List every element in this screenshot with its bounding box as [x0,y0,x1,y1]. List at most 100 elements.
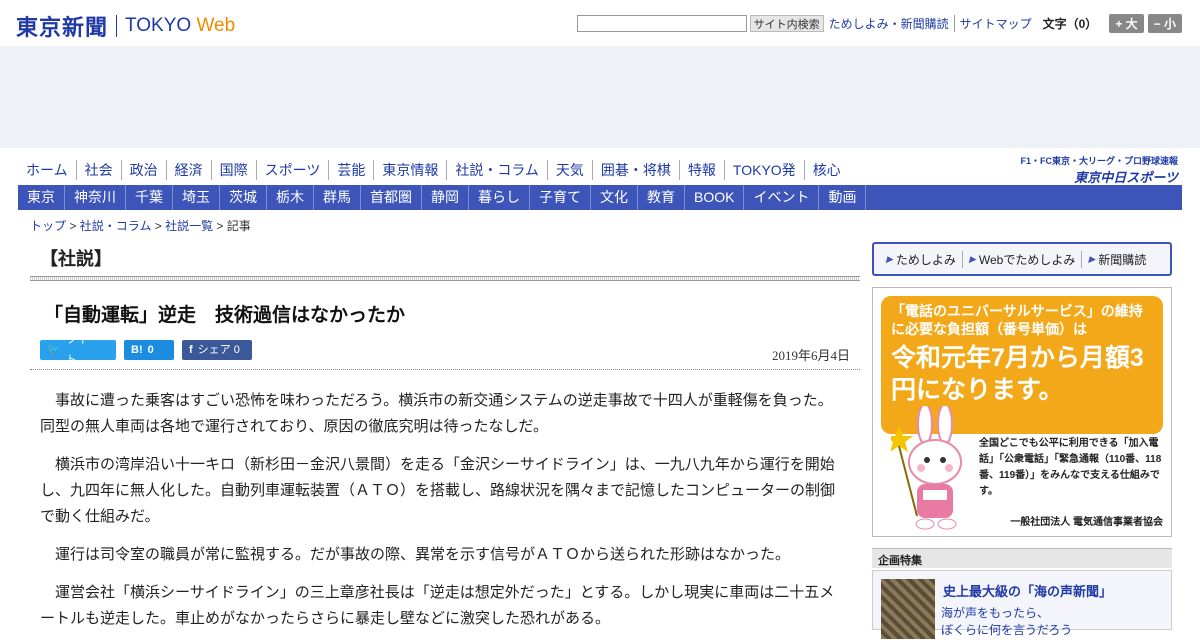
nav-item-sports[interactable]: スポーツ [255,160,329,180]
tab-trial-reading-label: ためしよみ [895,252,956,267]
hatena-bookmark-button[interactable]: B! 0 [124,340,174,360]
logo-japanese: 東京新聞 [16,15,109,41]
site-header: 東京新聞 TOKYO Web サイト内検索 ためしよみ・新聞購読 サイトマップ … [0,0,1200,46]
site-logo[interactable]: 東京新聞 TOKYO Web [16,10,235,42]
twitter-bird-icon: 🐦 [47,344,61,356]
chunichi-subtitle: F1・FC東京・大リーグ・プロ野球速報 [1020,156,1178,166]
header-link-sitemap[interactable]: サイトマップ [953,15,1037,32]
nav-item-special[interactable]: 特報 [678,160,724,180]
logo-english: TOKYO Web [125,15,235,37]
secondary-nav: 東京 神奈川 千葉 埼玉 茨城 栃木 群馬 首都圏 静岡 暮らし 子育て 文化 … [18,185,1182,210]
triangle-right-icon: ▶ [886,253,893,264]
font-larger-button[interactable]: + 大 [1109,14,1144,33]
tab-subscribe-label: 新聞購読 [1098,252,1147,267]
site-search-input[interactable] [576,15,747,32]
nav-item-tokyo-info[interactable]: 東京情報 [373,160,446,180]
breadcrumb-sep: > [69,219,77,233]
chunichi-title: 東京中日スポーツ [1074,170,1178,185]
hatena-icon: B! [131,344,143,356]
logo-en-accent: Web [191,15,236,36]
nav-item-politics[interactable]: 政治 [120,160,166,180]
article-paragraph: 運行は司令室の職員が常に監視する。だが事故の際、異常を示す信号がＡＴＯから送られ… [55,546,791,563]
breadcrumb-top[interactable]: トップ [30,219,66,233]
article-date: 2019年6月4日 [771,348,850,363]
hatena-count: 0 [147,344,154,356]
nav-item-go-shogi[interactable]: 囲碁・将棋 [591,160,679,180]
ad-organization: 一般社団法人 電気通信事業者協会 [1010,517,1163,528]
region-ibaraki[interactable]: 茨城 [220,185,267,210]
breadcrumb-sep: > [216,219,224,233]
region-shizuoka[interactable]: 静岡 [422,185,469,210]
tab-subscribe[interactable]: ▶ 新聞購読 [1082,251,1152,268]
region-gunma[interactable]: 群馬 [314,185,361,210]
article-headline: 「自動運転」逆走 技術過信はなかったか [44,305,406,326]
tweet-button[interactable]: 🐦 ツイート [40,334,116,366]
ad-big-text: 令和元年7月から月額3円になります。 [891,344,1144,404]
header-link-trial[interactable]: ためしよみ・新聞購読 [824,15,954,32]
region-tokyo[interactable]: 東京 [18,185,65,210]
section-divider [30,276,860,281]
region-shutoken[interactable]: 首都圏 [361,185,422,210]
article-paragraph: 運営会社「横浜シーサイドライン」の三上章彦社長は「逆走は想定外だった」とする。し… [40,584,835,627]
ad-headline: 「電話のユニバーサルサービス」の維持に必要な負担額（番号単価）は [891,303,1143,337]
region-tochigi[interactable]: 栃木 [267,185,314,210]
feature-card[interactable]: 史上最大級の「海の声新聞」 海が声をもったら、 ぼくらに何を言うだろう [872,570,1172,639]
feature-description: 海が声をもったら、 ぼくらに何を言うだろう [941,605,1072,639]
facebook-share-count: 0 [233,344,240,356]
nav-item-international[interactable]: 国際 [210,160,256,180]
feature-desc-line: 海が声をもったら、 [941,606,1050,620]
chunichi-sports-banner[interactable]: F1・FC東京・大リーグ・プロ野球速報 東京中日スポーツ [1020,154,1178,186]
breadcrumb-current: 記事 [226,219,251,233]
breadcrumb-sep: > [154,219,162,233]
breadcrumb: トップ > 社説・コラム > 社説一覧 > 記事 [30,217,251,234]
nav-book[interactable]: BOOK [685,185,745,210]
logo-divider [116,15,118,37]
universal-service-ad[interactable]: 「電話のユニバーサルサービス」の維持に必要な負担額（番号単価）は 令和元年7月か… [872,287,1172,537]
feature-section-header: 企画特集 [872,548,1172,568]
article-divider [30,369,860,370]
nav-item-entertainment[interactable]: 芸能 [328,160,373,180]
nav-item-economy[interactable]: 経済 [165,160,211,180]
article-paragraph: 横浜市の湾岸沿い十一キロ（新杉田－金沢八景間）を走る「金沢シーサイドライン」は、… [40,456,836,525]
facebook-share-button[interactable]: f シェア 0 [182,340,252,360]
tab-trial-reading[interactable]: ▶ ためしよみ [880,250,963,268]
rabbit-mascot-icon [891,406,962,530]
nav-living[interactable]: 暮らし [469,185,530,210]
breadcrumb-editorial[interactable]: 社説・コラム [80,219,152,233]
top-ad-area [0,46,1200,148]
logo-en-main: TOKYO [125,15,192,36]
region-kanagawa[interactable]: 神奈川 [65,185,126,210]
tweet-label: ツイート [65,334,99,366]
nav-item-weather[interactable]: 天気 [546,160,592,180]
triangle-right-icon: ▶ [1088,253,1096,264]
nav-item-core[interactable]: 核心 [803,160,849,180]
feature-title[interactable]: 史上最大級の「海の声新聞」 [943,581,1112,600]
region-saitama[interactable]: 埼玉 [173,185,220,210]
nav-item-society[interactable]: 社会 [75,160,121,180]
article-body: 事故に遭った乗客はすごい恐怖を味わっただろう。横浜市の新交通システムの逆走事故で… [40,388,845,644]
nav-item-editorial[interactable]: 社説・コラム [446,160,547,180]
primary-nav: ホーム 社会 政治 経済 国際 スポーツ 芸能 東京情報 社説・コラム 天気 囲… [18,158,849,182]
font-size-label: 文字（0） [1042,17,1098,31]
nav-culture[interactable]: 文化 [591,185,638,210]
nav-item-home[interactable]: ホーム [18,160,76,180]
breadcrumb-editorial-list[interactable]: 社説一覧 [165,219,213,233]
feature-thumbnail [881,579,935,639]
facebook-share-label: シェア [197,344,231,356]
nav-event[interactable]: イベント [744,185,820,210]
section-title: 【社説】 [40,249,112,269]
tab-web-trial[interactable]: ▶ Webでためしよみ [963,250,1083,268]
nav-education[interactable]: 教育 [638,185,685,210]
subscription-tabs: ▶ ためしよみ ▶ Webでためしよみ ▶ 新聞購読 [872,242,1172,276]
nav-parenting[interactable]: 子育て [530,185,591,210]
feature-desc-line: ぼくらに何を言うだろう [941,623,1073,637]
nav-item-tokyo-hatsu[interactable]: TOKYO発 [723,160,804,180]
tab-web-trial-label: Webでためしよみ [978,252,1076,267]
font-smaller-button[interactable]: − 小 [1147,14,1182,33]
ad-body-text: 全国どこでも公平に利用できる「加入電話」「公衆電話」「緊急通報（110番、118… [979,438,1162,497]
facebook-icon: f [189,344,193,356]
triangle-right-icon: ▶ [968,253,976,264]
region-chiba[interactable]: 千葉 [126,185,173,210]
site-search-button[interactable]: サイト内検索 [749,15,824,32]
nav-video[interactable]: 動画 [819,185,867,210]
